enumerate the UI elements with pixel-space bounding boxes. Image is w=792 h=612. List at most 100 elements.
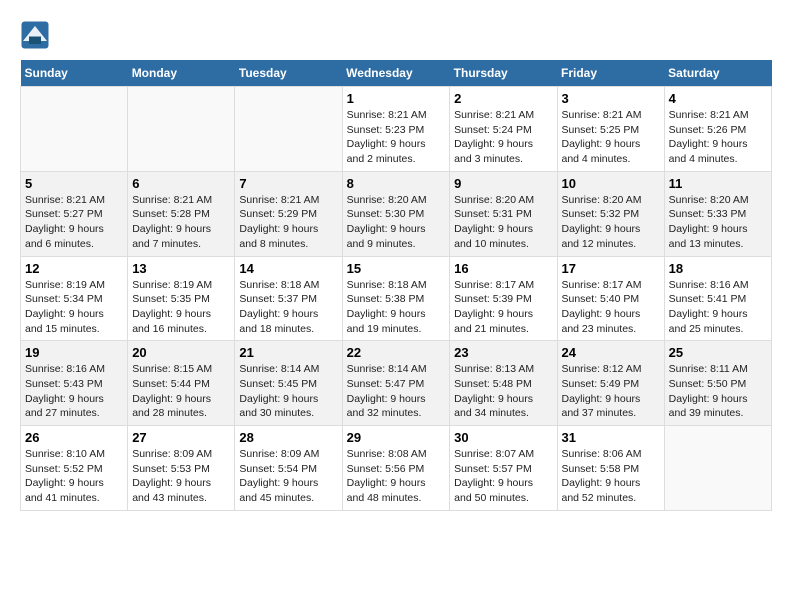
logo: [20, 20, 54, 50]
calendar-cell: 26Sunrise: 8:10 AM Sunset: 5:52 PM Dayli…: [21, 426, 128, 511]
day-number: 3: [562, 91, 660, 106]
day-detail: Sunrise: 8:13 AM Sunset: 5:48 PM Dayligh…: [454, 362, 552, 421]
calendar-cell: 18 Sunrise: 8:16 AM Sunset: 5:41 PM Dayli…: [664, 256, 771, 341]
calendar-cell: 6Sunrise: 8:21 AM Sunset: 5:28 PM Daylig…: [128, 171, 235, 256]
day-number: 8: [347, 176, 446, 191]
day-detail: Sunrise: 8:16 AM Sunset: 5:41 PM Dayligh…: [669, 278, 767, 337]
page-header: [20, 20, 772, 50]
day-number: 7: [239, 176, 337, 191]
calendar-cell: [21, 87, 128, 172]
day-number: 20: [132, 345, 230, 360]
calendar-cell: 8 Sunrise: 8:20 AM Sunset: 5:30 PM Daylig…: [342, 171, 450, 256]
day-detail: Sunrise: 8:21 AM Sunset: 5:29 PM Dayligh…: [239, 193, 337, 252]
calendar-cell: 14Sunrise: 8:18 AM Sunset: 5:37 PM Dayli…: [235, 256, 342, 341]
weekday-header: Tuesday: [235, 60, 342, 87]
weekday-header: Saturday: [664, 60, 771, 87]
day-detail: Sunrise: 8:11 AM Sunset: 5:50 PM Dayligh…: [669, 362, 767, 421]
weekday-header: Sunday: [21, 60, 128, 87]
day-detail: Sunrise: 8:14 AM Sunset: 5:45 PM Dayligh…: [239, 362, 337, 421]
calendar-cell: 13Sunrise: 8:19 AM Sunset: 5:35 PM Dayli…: [128, 256, 235, 341]
calendar-cell: 5 Sunrise: 8:21 AM Sunset: 5:27 PM Daylig…: [21, 171, 128, 256]
calendar-cell: 21Sunrise: 8:14 AM Sunset: 5:45 PM Dayli…: [235, 341, 342, 426]
day-number: 6: [132, 176, 230, 191]
day-detail: Sunrise: 8:12 AM Sunset: 5:49 PM Dayligh…: [562, 362, 660, 421]
day-number: 12: [25, 261, 123, 276]
calendar-cell: [128, 87, 235, 172]
day-detail: Sunrise: 8:19 AM Sunset: 5:35 PM Dayligh…: [132, 278, 230, 337]
calendar-cell: 12 Sunrise: 8:19 AM Sunset: 5:34 PM Dayli…: [21, 256, 128, 341]
calendar-week-row: 12 Sunrise: 8:19 AM Sunset: 5:34 PM Dayli…: [21, 256, 772, 341]
day-number: 10: [562, 176, 660, 191]
calendar-table: SundayMondayTuesdayWednesdayThursdayFrid…: [20, 60, 772, 511]
day-number: 25: [669, 345, 767, 360]
calendar-cell: 4Sunrise: 8:21 AM Sunset: 5:26 PM Daylig…: [664, 87, 771, 172]
calendar-cell: 25 Sunrise: 8:11 AM Sunset: 5:50 PM Dayli…: [664, 341, 771, 426]
day-detail: Sunrise: 8:09 AM Sunset: 5:54 PM Dayligh…: [239, 447, 337, 506]
weekday-header: Wednesday: [342, 60, 450, 87]
day-number: 16: [454, 261, 552, 276]
calendar-cell: 27 Sunrise: 8:09 AM Sunset: 5:53 PM Dayli…: [128, 426, 235, 511]
day-detail: Sunrise: 8:07 AM Sunset: 5:57 PM Dayligh…: [454, 447, 552, 506]
day-detail: Sunrise: 8:06 AM Sunset: 5:58 PM Dayligh…: [562, 447, 660, 506]
day-number: 31: [562, 430, 660, 445]
day-detail: Sunrise: 8:08 AM Sunset: 5:56 PM Dayligh…: [347, 447, 446, 506]
day-number: 28: [239, 430, 337, 445]
calendar-cell: 15 Sunrise: 8:18 AM Sunset: 5:38 PM Dayli…: [342, 256, 450, 341]
day-detail: Sunrise: 8:20 AM Sunset: 5:30 PM Dayligh…: [347, 193, 446, 252]
day-detail: Sunrise: 8:18 AM Sunset: 5:38 PM Dayligh…: [347, 278, 446, 337]
day-detail: Sunrise: 8:20 AM Sunset: 5:32 PM Dayligh…: [562, 193, 660, 252]
day-detail: Sunrise: 8:16 AM Sunset: 5:43 PM Dayligh…: [25, 362, 123, 421]
day-number: 22: [347, 345, 446, 360]
calendar-cell: 7 Sunrise: 8:21 AM Sunset: 5:29 PM Daylig…: [235, 171, 342, 256]
calendar-cell: 24 Sunrise: 8:12 AM Sunset: 5:49 PM Dayli…: [557, 341, 664, 426]
day-number: 19: [25, 345, 123, 360]
day-number: 17: [562, 261, 660, 276]
calendar-cell: 22 Sunrise: 8:14 AM Sunset: 5:47 PM Dayli…: [342, 341, 450, 426]
day-number: 24: [562, 345, 660, 360]
calendar-cell: 28 Sunrise: 8:09 AM Sunset: 5:54 PM Dayli…: [235, 426, 342, 511]
calendar-cell: 31 Sunrise: 8:06 AM Sunset: 5:58 PM Dayli…: [557, 426, 664, 511]
calendar-cell: 16 Sunrise: 8:17 AM Sunset: 5:39 PM Dayli…: [450, 256, 557, 341]
day-number: 15: [347, 261, 446, 276]
day-detail: Sunrise: 8:19 AM Sunset: 5:34 PM Dayligh…: [25, 278, 123, 337]
day-detail: Sunrise: 8:21 AM Sunset: 5:24 PM Dayligh…: [454, 108, 552, 167]
day-number: 29: [347, 430, 446, 445]
day-detail: Sunrise: 8:17 AM Sunset: 5:39 PM Dayligh…: [454, 278, 552, 337]
day-number: 26: [25, 430, 123, 445]
calendar-cell: 23 Sunrise: 8:13 AM Sunset: 5:48 PM Dayli…: [450, 341, 557, 426]
day-detail: Sunrise: 8:20 AM Sunset: 5:33 PM Dayligh…: [669, 193, 767, 252]
day-detail: Sunrise: 8:21 AM Sunset: 5:23 PM Dayligh…: [347, 108, 446, 167]
day-number: 1: [347, 91, 446, 106]
day-number: 9: [454, 176, 552, 191]
calendar-cell: [235, 87, 342, 172]
calendar-cell: 29 Sunrise: 8:08 AM Sunset: 5:56 PM Dayli…: [342, 426, 450, 511]
day-detail: Sunrise: 8:21 AM Sunset: 5:26 PM Dayligh…: [669, 108, 767, 167]
day-detail: Sunrise: 8:09 AM Sunset: 5:53 PM Dayligh…: [132, 447, 230, 506]
day-number: 5: [25, 176, 123, 191]
calendar-week-row: 26Sunrise: 8:10 AM Sunset: 5:52 PM Dayli…: [21, 426, 772, 511]
calendar-cell: 2 Sunrise: 8:21 AM Sunset: 5:24 PM Daylig…: [450, 87, 557, 172]
calendar-week-row: 5 Sunrise: 8:21 AM Sunset: 5:27 PM Daylig…: [21, 171, 772, 256]
calendar-body: 1 Sunrise: 8:21 AM Sunset: 5:23 PM Daylig…: [21, 87, 772, 511]
day-detail: Sunrise: 8:21 AM Sunset: 5:25 PM Dayligh…: [562, 108, 660, 167]
day-detail: Sunrise: 8:21 AM Sunset: 5:27 PM Dayligh…: [25, 193, 123, 252]
day-number: 14: [239, 261, 337, 276]
calendar-cell: 1 Sunrise: 8:21 AM Sunset: 5:23 PM Daylig…: [342, 87, 450, 172]
day-number: 23: [454, 345, 552, 360]
day-detail: Sunrise: 8:15 AM Sunset: 5:44 PM Dayligh…: [132, 362, 230, 421]
weekday-header: Monday: [128, 60, 235, 87]
calendar-cell: 19 Sunrise: 8:16 AM Sunset: 5:43 PM Dayli…: [21, 341, 128, 426]
day-number: 27: [132, 430, 230, 445]
day-number: 2: [454, 91, 552, 106]
day-detail: Sunrise: 8:14 AM Sunset: 5:47 PM Dayligh…: [347, 362, 446, 421]
calendar-cell: 9 Sunrise: 8:20 AM Sunset: 5:31 PM Daylig…: [450, 171, 557, 256]
calendar-cell: 17Sunrise: 8:17 AM Sunset: 5:40 PM Dayli…: [557, 256, 664, 341]
day-detail: Sunrise: 8:20 AM Sunset: 5:31 PM Dayligh…: [454, 193, 552, 252]
weekday-header: Thursday: [450, 60, 557, 87]
day-number: 18: [669, 261, 767, 276]
calendar-week-row: 19 Sunrise: 8:16 AM Sunset: 5:43 PM Dayli…: [21, 341, 772, 426]
logo-icon: [20, 20, 50, 50]
calendar-cell: 10 Sunrise: 8:20 AM Sunset: 5:32 PM Dayli…: [557, 171, 664, 256]
day-number: 11: [669, 176, 767, 191]
calendar-cell: 20 Sunrise: 8:15 AM Sunset: 5:44 PM Dayli…: [128, 341, 235, 426]
